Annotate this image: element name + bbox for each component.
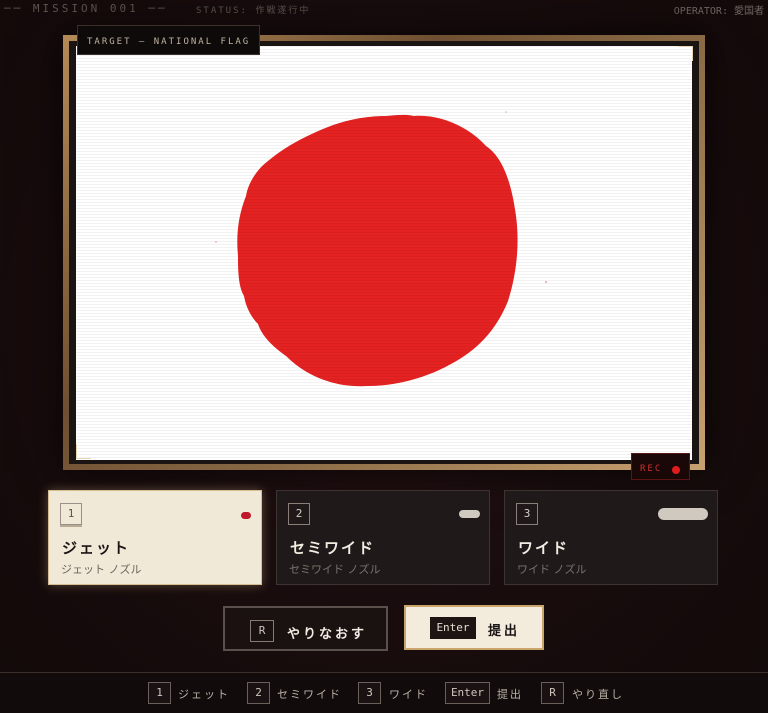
flag-drawing: [76, 46, 692, 460]
mission-status: STATUS: 作戦遂行中: [196, 6, 311, 16]
key-badge: 1: [60, 503, 82, 525]
reset-button[interactable]: R やりなおす: [223, 606, 388, 651]
rec-dot-icon: [672, 466, 680, 474]
nozzle-card-semiwide[interactable]: 2 セミワイド セミワイド ノズル: [276, 490, 490, 585]
rec-indicator: REC: [631, 453, 690, 480]
key-badge: 1: [148, 682, 171, 704]
nozzle-name: ワイド: [518, 539, 570, 557]
rec-label: REC: [640, 464, 663, 474]
hint-label: セミワイド: [277, 688, 342, 701]
hint-label: ワイド: [389, 688, 428, 701]
paint-canvas[interactable]: [76, 46, 692, 460]
red-disc: [237, 114, 518, 387]
semiwide-nozzle-icon: [459, 510, 480, 518]
key-badge: Enter: [430, 617, 476, 639]
key-badge: R: [541, 682, 564, 704]
hint-label: やり直し: [572, 688, 624, 701]
target-label: TARGET — NATIONAL FLAG: [77, 25, 261, 55]
nozzle-card-jet[interactable]: 1 ジェット ジェット ノズル: [48, 490, 262, 585]
paint-speck: [215, 241, 217, 243]
key-badge: 2: [247, 682, 270, 704]
keyboard-hint-bar: 1 ジェット 2 セミワイド 3 ワイド Enter 提出 R やり直し: [0, 672, 768, 713]
nozzle-description: セミワイド ノズル: [289, 563, 381, 576]
hint-label: ジェット: [178, 688, 230, 701]
nozzle-description: ジェット ノズル: [61, 563, 142, 576]
nozzle-name: ジェット: [62, 539, 131, 557]
nozzle-name: セミワイド: [290, 539, 376, 557]
key-badge: R: [250, 620, 274, 642]
hint-label: 提出: [497, 688, 523, 701]
paint-speck: [545, 281, 547, 283]
key-badge: 2: [288, 503, 310, 525]
mission-title: ── MISSION 001 ──: [4, 2, 168, 15]
operator-name: OPERATOR: 愛国者: [673, 6, 764, 17]
frame-corner-marker: [678, 46, 693, 61]
nozzle-description: ワイド ノズル: [517, 563, 587, 576]
submit-button-label: 提出: [488, 624, 521, 639]
submit-button[interactable]: Enter 提出: [404, 605, 544, 650]
key-badge: Enter: [445, 682, 490, 704]
jet-nozzle-icon: [241, 512, 251, 519]
top-bar: ── MISSION 001 ── STATUS: 作戦遂行中 OPERATOR…: [0, 0, 768, 18]
wide-nozzle-icon: [658, 508, 708, 520]
reset-button-label: やりなおす: [287, 627, 368, 642]
key-badge: 3: [516, 503, 538, 525]
frame-corner-marker: [76, 444, 91, 459]
key-badge: 3: [358, 682, 381, 704]
paint-speck: [505, 111, 507, 113]
nozzle-card-wide[interactable]: 3 ワイド ワイド ノズル: [504, 490, 718, 585]
